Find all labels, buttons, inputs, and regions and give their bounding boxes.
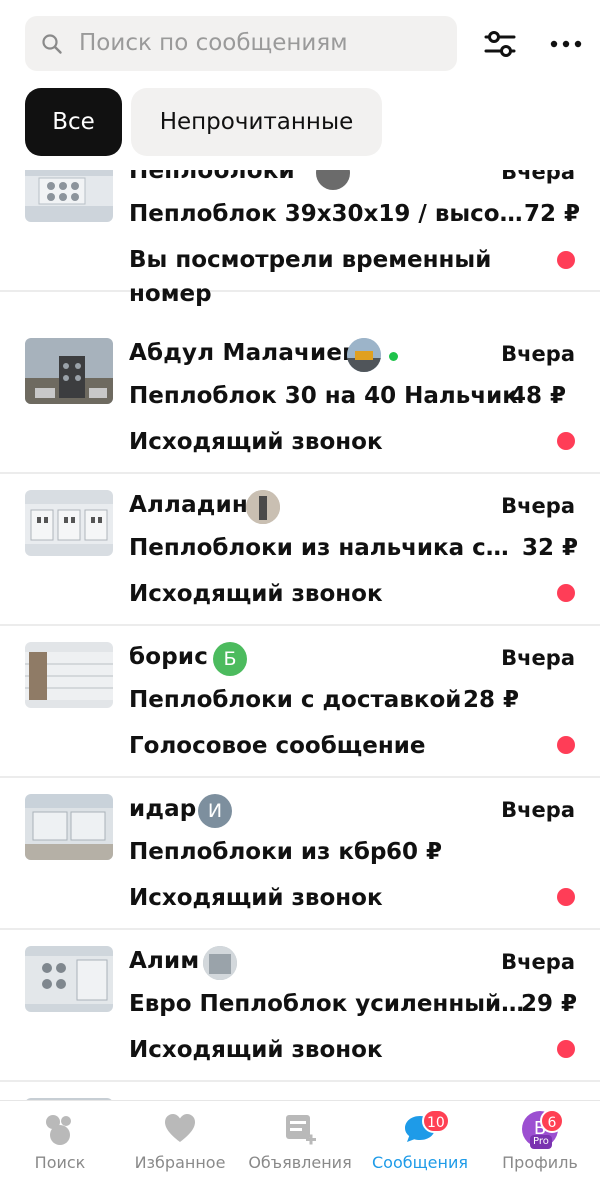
search-placeholder: Поиск по сообщениям	[79, 30, 348, 56]
tab-favorites-label: Избранное	[134, 1153, 226, 1172]
ad-title: Пеплоблоки с доставкой	[129, 687, 462, 713]
chat-thumbnail	[25, 946, 113, 1012]
tab-messages-label: Сообщения	[371, 1153, 468, 1172]
pro-label: Pro	[530, 1135, 552, 1149]
unread-indicator	[557, 432, 575, 450]
user-avatar	[316, 170, 350, 190]
chat-thumbnail	[25, 642, 113, 708]
tab-messages[interactable]: 10 Сообщения	[360, 1101, 480, 1179]
chat-date: Вчера	[501, 170, 575, 184]
filter-all-chip[interactable]: Все	[25, 88, 122, 156]
ad-title: Пеплоблоки из кбр	[129, 839, 387, 865]
search-bubbles-icon	[46, 1115, 71, 1145]
heart-icon	[165, 1114, 195, 1142]
user-avatar	[203, 946, 237, 980]
tab-ads[interactable]: Объявления	[240, 1101, 360, 1179]
filter-sliders-icon[interactable]	[480, 26, 520, 62]
ad-title: Пеплоблоки из нальчика с…	[129, 535, 509, 561]
ad-title: Пеплоблок 39x30x19 / высо…	[129, 201, 523, 227]
chat-item[interactable]	[0, 1082, 600, 1100]
last-message: Голосовое сообщение	[129, 733, 426, 759]
user-avatar	[347, 338, 381, 372]
last-message: Исходящий звонок	[129, 885, 383, 911]
last-message: Вы посмотрели временный номер	[129, 247, 492, 307]
search-icon	[42, 34, 62, 54]
ad-price: 60 ₽	[386, 839, 443, 865]
chat-list: Пеплоблоки Вчера Пеплоблок 39x30x19 / вы…	[0, 170, 600, 1100]
chat-date: Вчера	[501, 342, 575, 366]
more-dots-icon[interactable]	[548, 26, 584, 62]
chat-item[interactable]: идар И Вчера Пеплоблоки из кбр 60 ₽ Исхо…	[0, 778, 600, 930]
chat-name: борис	[129, 644, 209, 670]
ad-title: Пеплоблок 30 на 40 Нальчик	[129, 383, 518, 409]
tab-search-label: Поиск	[34, 1153, 86, 1172]
chat-item[interactable]: Абдул Малачиев Вчера Пеплоблок 30 на 40 …	[0, 322, 600, 474]
chat-thumbnail	[25, 490, 113, 556]
unread-indicator	[557, 251, 575, 269]
chat-thumbnail	[25, 794, 113, 860]
chat-name: Абдул Малачиев	[129, 340, 357, 366]
tab-profile-label: Профиль	[502, 1153, 578, 1172]
unread-indicator	[557, 736, 575, 754]
unread-indicator	[557, 888, 575, 906]
ad-price: 32 ₽	[522, 535, 579, 561]
ad-title: Евро Пеплоблок усиленный…	[129, 991, 525, 1017]
chat-item[interactable]: Алладин Вчера Пеплоблоки из нальчика с… …	[0, 474, 600, 626]
chat-name: Алим	[129, 948, 200, 974]
user-avatar-letter: Б	[213, 642, 247, 676]
last-message: Исходящий звонок	[129, 581, 383, 607]
bottom-tab-bar: Поиск Избранное Объявления 10 Сообщения …	[0, 1100, 600, 1179]
chat-date: Вчера	[501, 494, 575, 518]
top-bar: Поиск по сообщениям	[0, 0, 600, 80]
chat-date: Вчера	[501, 798, 575, 822]
ad-price: 28 ₽	[463, 687, 520, 713]
ads-add-icon	[286, 1115, 316, 1145]
tab-ads-label: Объявления	[248, 1153, 352, 1172]
chat-date: Вчера	[501, 950, 575, 974]
last-message: Исходящий звонок	[129, 429, 383, 455]
ad-price: 48 ₽	[510, 383, 567, 409]
profile-badge: 6	[540, 1109, 564, 1133]
chat-name: идар	[129, 796, 197, 822]
user-avatar	[246, 490, 280, 524]
chat-item[interactable]: борис Б Вчера Пеплоблоки с доставкой 28 …	[0, 626, 600, 778]
online-status-indicator	[389, 352, 398, 361]
chat-item[interactable]: Алим Вчера Евро Пеплоблок усиленный… 29 …	[0, 930, 600, 1082]
tab-profile[interactable]: Б Pro 6 Профиль	[480, 1101, 600, 1179]
chat-item[interactable]: Пеплоблоки Вчера Пеплоблок 39x30x19 / вы…	[0, 170, 600, 307]
chat-date: Вчера	[501, 646, 575, 670]
tab-favorites[interactable]: Избранное	[120, 1101, 240, 1179]
user-avatar-letter: И	[198, 794, 232, 828]
chat-name: Пеплоблоки	[129, 170, 295, 184]
ad-price: 29 ₽	[521, 991, 578, 1017]
chat-thumbnail	[25, 338, 113, 404]
chat-thumbnail	[25, 170, 113, 222]
tab-search[interactable]: Поиск	[0, 1101, 120, 1179]
last-message: Исходящий звонок	[129, 1037, 383, 1063]
unread-indicator	[557, 584, 575, 602]
chat-name: Алладин	[129, 492, 248, 518]
filter-unread-chip[interactable]: Непрочитанные	[131, 88, 382, 156]
filter-chips: Все Непрочитанные	[0, 80, 600, 170]
unread-indicator	[557, 1040, 575, 1058]
search-field[interactable]: Поиск по сообщениям	[25, 16, 457, 71]
messages-unread-badge: 10	[422, 1109, 450, 1133]
ad-price: 72 ₽	[524, 201, 581, 227]
